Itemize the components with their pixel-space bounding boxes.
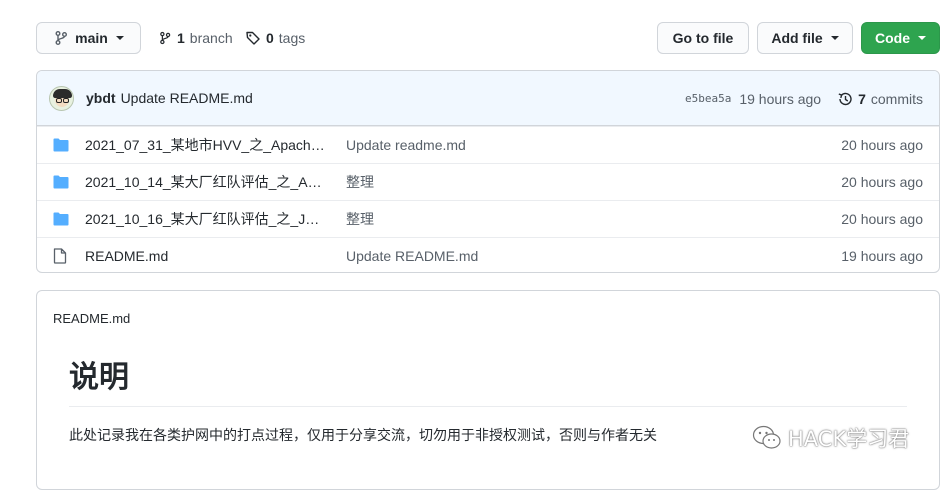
folder-icon bbox=[53, 211, 69, 227]
avatar-glasses-right bbox=[63, 97, 69, 103]
tags-count: 0 bbox=[266, 30, 274, 46]
go-to-file-button[interactable]: Go to file bbox=[657, 22, 749, 54]
file-icon bbox=[53, 248, 69, 264]
readme-panel: README.md 说明 此处记录我在各类护网中的打点过程，仅用于分享交流，切勿… bbox=[36, 290, 940, 490]
branch-select-button[interactable]: main bbox=[36, 22, 141, 54]
repo-toolbar: main 1 branch 0 tags Go to file Add file… bbox=[36, 22, 940, 54]
commits-label: commits bbox=[870, 90, 923, 107]
latest-commit-bar: ybdt Update README.md e5bea5a 19 hours a… bbox=[37, 71, 939, 126]
add-file-label: Add file bbox=[771, 30, 823, 46]
file-name-link[interactable]: 2021_07_31_某地市HVV_之_Apache S... bbox=[85, 135, 329, 155]
commit-message[interactable]: Update README.md bbox=[121, 90, 253, 106]
commit-author[interactable]: ybdt bbox=[86, 90, 116, 106]
folder-icon bbox=[53, 174, 69, 190]
file-commit-message[interactable]: Update readme.md bbox=[346, 137, 466, 153]
commit-meta: e5bea5a 19 hours ago 7 commits bbox=[685, 71, 923, 126]
file-age: 20 hours ago bbox=[841, 137, 923, 153]
readme-filename[interactable]: README.md bbox=[53, 311, 130, 326]
readme-header: README.md bbox=[37, 291, 939, 346]
file-name-link[interactable]: 2021_10_16_某大厂红队评估_之_JDW... bbox=[85, 209, 329, 229]
commits-count: 7 bbox=[858, 90, 866, 107]
file-browser: ybdt Update README.md e5bea5a 19 hours a… bbox=[36, 70, 940, 273]
git-branch-icon bbox=[160, 31, 171, 45]
folder-icon bbox=[53, 137, 69, 153]
commit-sha[interactable]: e5bea5a bbox=[685, 92, 731, 105]
tags-link[interactable]: 0 tags bbox=[245, 22, 305, 54]
chevron-down-icon bbox=[830, 36, 839, 40]
chevron-down-icon bbox=[115, 36, 124, 40]
history-icon bbox=[838, 92, 852, 105]
code-label: Code bbox=[875, 30, 910, 46]
file-name-link[interactable]: README.md bbox=[85, 248, 329, 264]
table-row[interactable]: README.md Update README.md 19 hours ago bbox=[37, 237, 939, 272]
git-branch-icon bbox=[55, 31, 68, 45]
commit-age: 19 hours ago bbox=[739, 90, 822, 107]
file-commit-message[interactable]: Update README.md bbox=[346, 248, 478, 264]
watermark-text: HACK学习君 bbox=[788, 427, 910, 451]
file-commit-message[interactable]: 整理 bbox=[346, 172, 374, 192]
readme-heading: 说明 bbox=[69, 358, 907, 407]
branches-count: 1 bbox=[177, 30, 185, 46]
branch-name: main bbox=[75, 30, 108, 46]
table-row[interactable]: 2021_10_16_某大厂红队评估_之_JDW... 整理 20 hours … bbox=[37, 200, 939, 237]
branches-label: branch bbox=[189, 30, 233, 46]
branches-link[interactable]: 1 branch bbox=[158, 22, 233, 54]
avatar-hair bbox=[53, 88, 72, 98]
commits-link[interactable]: 7 commits bbox=[837, 91, 923, 107]
file-age: 20 hours ago bbox=[841, 174, 923, 190]
file-age: 20 hours ago bbox=[841, 211, 923, 227]
chevron-down-icon bbox=[918, 36, 926, 40]
wechat-icon bbox=[752, 425, 781, 449]
table-row[interactable]: 2021_07_31_某地市HVV_之_Apache S... Update r… bbox=[37, 126, 939, 163]
avatar-glasses-left bbox=[56, 97, 62, 103]
file-commit-message[interactable]: 整理 bbox=[346, 209, 374, 229]
file-age: 19 hours ago bbox=[841, 248, 923, 264]
watermark: HACK学习君 bbox=[752, 423, 909, 453]
code-button[interactable]: Code bbox=[861, 22, 940, 54]
avatar[interactable] bbox=[49, 85, 74, 111]
table-row[interactable]: 2021_10_14_某大厂红队评估_之_Apac... 整理 20 hours… bbox=[37, 163, 939, 200]
file-name-link[interactable]: 2021_10_14_某大厂红队评估_之_Apac... bbox=[85, 172, 329, 192]
tags-label: tags bbox=[278, 30, 306, 46]
add-file-button[interactable]: Add file bbox=[757, 22, 853, 54]
tag-icon bbox=[246, 31, 260, 45]
